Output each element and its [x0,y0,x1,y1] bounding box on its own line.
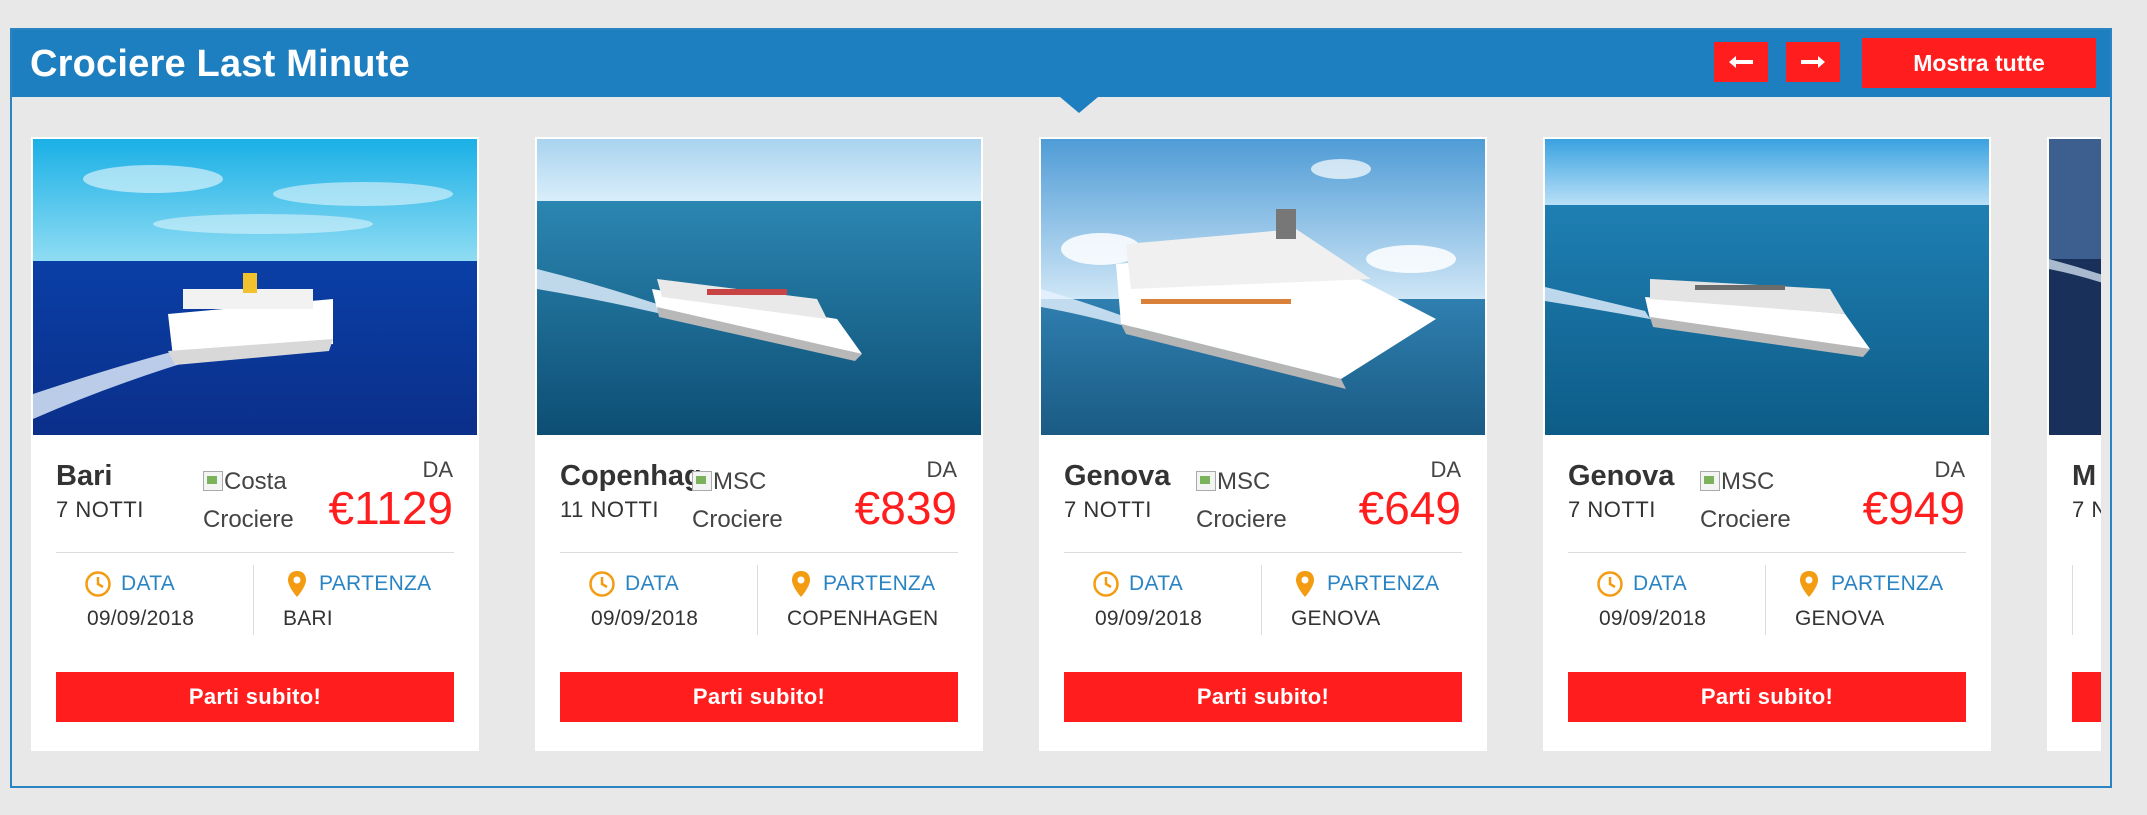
widget-header: Crociere Last Minute Mostra tutte [12,30,2110,97]
date-label: DATA [1129,572,1184,595]
broken-image-icon [1196,471,1216,491]
show-all-button[interactable]: Mostra tutte [1862,38,2096,88]
departure-port-label: PARTENZA [823,572,936,595]
vertical-divider [1261,565,1262,635]
date-label: DATA [625,572,680,595]
destination-city: Copenhagen [560,460,700,492]
divider [1568,552,1966,553]
price: €1129 [328,482,453,534]
cruise-line-logo: MSC Crociere [1196,468,1287,533]
cruise-card: M 7 N [2047,137,2101,751]
arrow-left-icon [1729,56,1753,68]
broken-image-icon [203,471,223,491]
location-pin-icon [1800,571,1818,597]
divider [56,552,454,553]
nights-count: 7 NOTTI [56,497,144,522]
departure-port: COPENHAGEN [787,607,939,630]
departure-port-label: PARTENZA [319,572,432,595]
cruise-card: Genova 7 NOTTI MSC Crociere DA €949 DATA … [1543,137,1991,751]
location-pin-icon [792,571,810,597]
divider [560,552,958,553]
departure-port-label: PARTENZA [1831,572,1944,595]
cruise-line-logo: MSC Crociere [1700,468,1791,533]
destination-city: Bari [56,460,113,492]
location-pin-icon [288,571,306,597]
departure-date: 09/09/2018 [1095,607,1203,630]
cruise-line-logo: MSC Crociere [692,468,783,533]
cruise-ship-photo [1545,139,1989,435]
nights-count: 11 NOTTI [560,497,659,522]
carousel-prev-button[interactable] [1714,42,1768,82]
broken-image-icon [692,471,712,491]
clock-icon [1093,571,1119,597]
location-pin-icon [1296,571,1314,597]
vertical-divider [1765,565,1766,635]
divider [2072,565,2073,635]
cruise-card: Genova 7 NOTTI MSC Crociere DA €649 DATA … [1039,137,1487,751]
cruise-ship-photo [537,139,981,435]
vertical-divider [253,565,254,635]
cruise-line-logo: Costa Crociere [203,468,294,533]
price-from-label: DA [1934,457,1965,482]
divider [1064,552,1462,553]
departure-port: GENOVA [1291,607,1381,630]
price-from-label: DA [422,457,453,482]
book-now-button[interactable] [2072,672,2101,722]
cruise-ship-photo [2049,139,2101,435]
nights-count: 7 NOTTI [1568,497,1656,522]
date-label: DATA [1633,572,1688,595]
last-minute-cruises-widget: Crociere Last Minute Mostra tutte Bari 7… [10,28,2112,788]
carousel-next-button[interactable] [1786,42,1840,82]
cruise-ship-photo [1041,139,1485,435]
book-now-button[interactable]: Parti subito! [1064,672,1462,722]
departure-date: 09/09/2018 [1599,607,1707,630]
price-from-label: DA [926,457,957,482]
price-from-label: DA [1430,457,1461,482]
book-now-button[interactable]: Parti subito! [56,672,454,722]
clock-icon [1597,571,1623,597]
widget-title: Crociere Last Minute [30,43,410,85]
departure-port: BARI [283,607,333,630]
departure-date: 09/09/2018 [591,607,699,630]
clock-icon [85,571,111,597]
nights-count: 7 N [2072,497,2101,522]
nights-count: 7 NOTTI [1064,497,1152,522]
cruise-card: Copenhagen 11 NOTTI MSCCrociere DA €839 … [535,137,983,751]
date-label: DATA [121,572,176,595]
departure-port-label: PARTENZA [1327,572,1440,595]
departure-port: GENOVA [1795,607,1885,630]
cruise-carousel[interactable]: Bari 7 NOTTI Costa Crociere DA €1129 DATA… [31,137,2101,783]
destination-city: Genova [1064,460,1171,492]
clock-icon [589,571,615,597]
destination-city: Genova [1568,460,1675,492]
price: €839 [854,482,957,534]
price: €949 [1862,482,1965,534]
book-now-button[interactable]: Parti subito! [1568,672,1966,722]
price: €649 [1358,482,1461,534]
vertical-divider [757,565,758,635]
broken-image-icon [1700,471,1720,491]
departure-date: 09/09/2018 [87,607,195,630]
cruise-card: Bari 7 NOTTI Costa Crociere DA €1129 DATA… [31,137,479,751]
cruise-ship-photo [33,139,477,435]
arrow-right-icon [1801,56,1825,68]
book-now-button[interactable]: Parti subito! [560,672,958,722]
header-pointer [1060,97,1098,113]
destination-city: M [2072,460,2097,492]
